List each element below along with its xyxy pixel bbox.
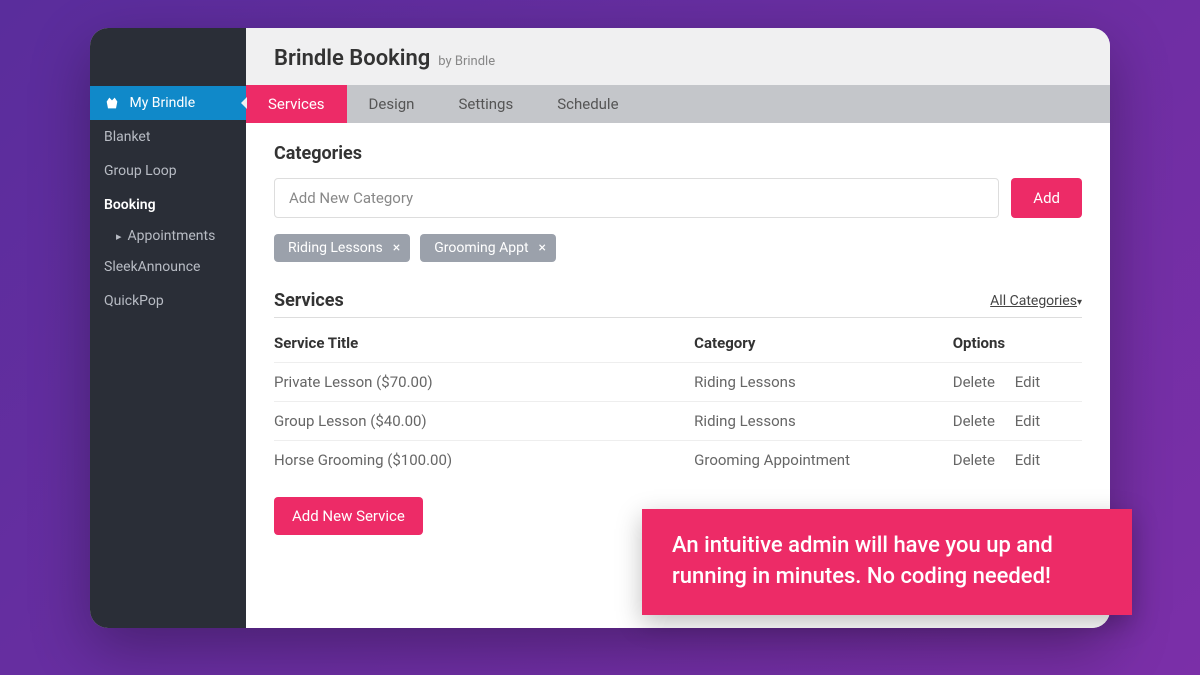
- col-category: Category: [694, 322, 953, 363]
- tag-label: Riding Lessons: [288, 240, 383, 256]
- sidebar-brand-label: My Brindle: [129, 95, 195, 111]
- category-tags: Riding Lessons × Grooming Appt ×: [274, 234, 1082, 262]
- delete-link[interactable]: Delete: [953, 373, 1011, 391]
- brindle-dog-icon: [104, 95, 120, 111]
- service-title-cell: Horse Grooming ($100.00): [274, 441, 694, 480]
- category-input-row: Add: [274, 178, 1082, 218]
- close-icon[interactable]: ×: [393, 240, 400, 256]
- edit-link[interactable]: Edit: [1015, 451, 1040, 469]
- table-row: Horse Grooming ($100.00) Grooming Appoin…: [274, 441, 1082, 480]
- category-tag-grooming[interactable]: Grooming Appt ×: [420, 234, 556, 262]
- service-category-cell: Riding Lessons: [694, 402, 953, 441]
- add-service-button[interactable]: Add New Service: [274, 497, 423, 535]
- tab-design[interactable]: Design: [347, 85, 437, 123]
- edit-link[interactable]: Edit: [1015, 412, 1040, 430]
- page-title: Brindle Booking: [274, 46, 430, 71]
- category-filter-dropdown[interactable]: All Categories: [990, 293, 1082, 309]
- sidebar-item-blanket[interactable]: Blanket: [90, 120, 246, 154]
- add-category-button[interactable]: Add: [1011, 178, 1082, 218]
- categories-heading: Categories: [274, 143, 1082, 164]
- sidebar: My Brindle Blanket Group Loop Booking Ap…: [90, 28, 246, 628]
- header: Brindle Booking by Brindle: [246, 28, 1110, 85]
- sidebar-item-quickpop[interactable]: QuickPop: [90, 284, 246, 318]
- category-tag-riding[interactable]: Riding Lessons ×: [274, 234, 410, 262]
- new-category-input[interactable]: [274, 178, 999, 218]
- close-icon[interactable]: ×: [539, 240, 546, 256]
- service-options-cell: Delete Edit: [953, 363, 1082, 402]
- service-title-cell: Group Lesson ($40.00): [274, 402, 694, 441]
- tab-services[interactable]: Services: [246, 85, 347, 123]
- promo-callout: An intuitive admin will have you up and …: [642, 509, 1132, 615]
- sidebar-item-sleekannounce[interactable]: SleekAnnounce: [90, 250, 246, 284]
- tab-schedule[interactable]: Schedule: [535, 85, 640, 123]
- services-table: Service Title Category Options Private L…: [274, 322, 1082, 479]
- col-options: Options: [953, 322, 1082, 363]
- col-service-title: Service Title: [274, 322, 694, 363]
- page-subtitle: by Brindle: [438, 54, 495, 69]
- sidebar-sub-appointments[interactable]: Appointments: [90, 222, 246, 250]
- service-options-cell: Delete Edit: [953, 402, 1082, 441]
- tab-bar: Services Design Settings Schedule: [246, 85, 1110, 123]
- table-row: Private Lesson ($70.00) Riding Lessons D…: [274, 363, 1082, 402]
- edit-link[interactable]: Edit: [1015, 373, 1040, 391]
- sidebar-item-booking[interactable]: Booking: [90, 188, 246, 222]
- service-options-cell: Delete Edit: [953, 441, 1082, 480]
- service-category-cell: Riding Lessons: [694, 363, 953, 402]
- delete-link[interactable]: Delete: [953, 451, 1011, 469]
- service-category-cell: Grooming Appointment: [694, 441, 953, 480]
- services-header-row: Services All Categories: [274, 290, 1082, 318]
- tag-label: Grooming Appt: [434, 240, 528, 256]
- service-title-cell: Private Lesson ($70.00): [274, 363, 694, 402]
- delete-link[interactable]: Delete: [953, 412, 1011, 430]
- tab-settings[interactable]: Settings: [436, 85, 535, 123]
- sidebar-brand[interactable]: My Brindle: [90, 86, 246, 120]
- sidebar-item-grouploop[interactable]: Group Loop: [90, 154, 246, 188]
- services-heading: Services: [274, 290, 344, 311]
- table-row: Group Lesson ($40.00) Riding Lessons Del…: [274, 402, 1082, 441]
